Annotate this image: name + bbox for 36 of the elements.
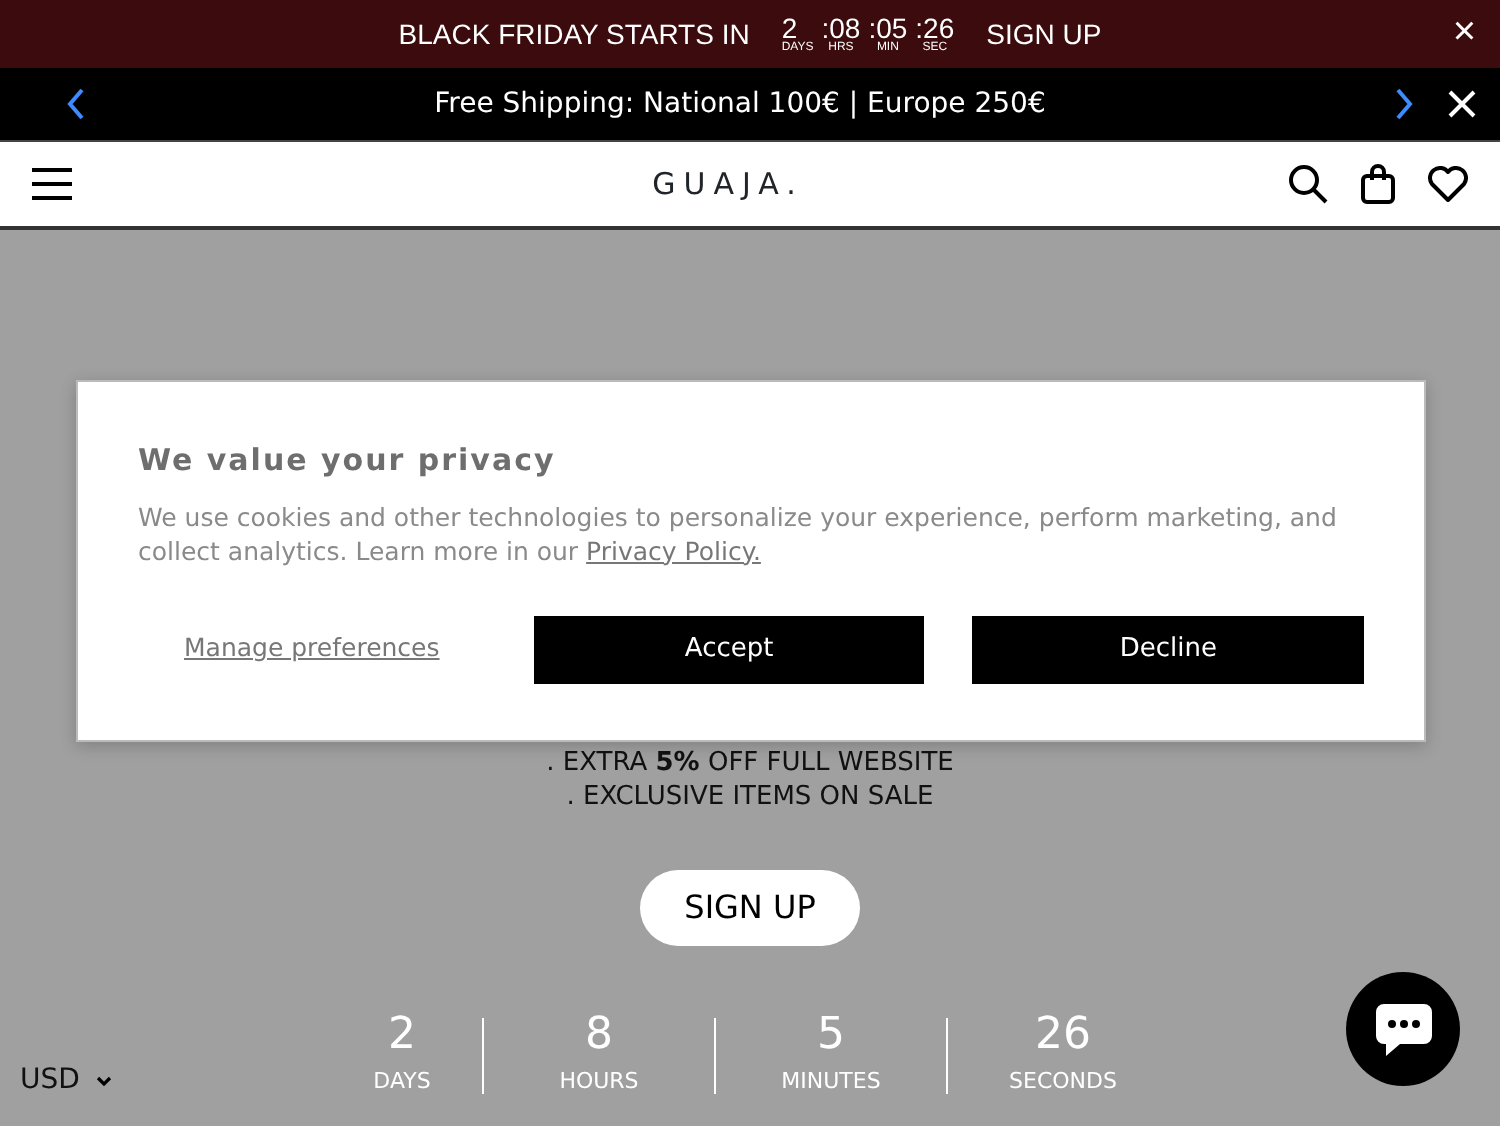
offer-text: . EXTRA 5% OFF FULL WEBSITE (546, 746, 954, 780)
close-icon[interactable] (1448, 90, 1476, 118)
next-arrow-icon[interactable] (1392, 86, 1416, 122)
previous-arrow-icon[interactable] (64, 86, 88, 122)
countdown-value: :05 (868, 14, 908, 42)
shopping-bag-icon[interactable] (1360, 164, 1396, 204)
consent-text: We use cookies and other technologies to personalize your experience, perform marketing, and collect analytics. Learn more in our Privacy Policy. (138, 499, 1339, 567)
currency-selector[interactable]: USD (20, 1060, 112, 1102)
sign-up-link[interactable]: SIGN UP (986, 20, 1102, 48)
logo[interactable]: GUAJA. (652, 166, 804, 202)
caret-icon (95, 1076, 112, 1088)
menu-icon[interactable] (32, 168, 72, 200)
privacy-policy-link[interactable]: Privacy Policy. (586, 535, 761, 565)
countdown-number: 5 (817, 1014, 845, 1058)
promo-text: BLACK FRIDAY STARTS IN (398, 15, 750, 53)
countdown-label: SECONDS (1009, 1066, 1117, 1098)
offer-text: . EXCLUSIVE ITEMS ON SALE (566, 780, 934, 814)
manage-preferences-link[interactable]: Manage preferences (138, 628, 486, 670)
countdown-label: MINUTES (781, 1066, 881, 1098)
decline-button[interactable]: Decline (972, 615, 1364, 683)
countdown-value: :26 (915, 14, 955, 42)
countdown-value: :08 (821, 14, 861, 42)
close-button[interactable]: × (1452, 12, 1476, 52)
heart-icon[interactable] (1428, 166, 1468, 202)
accept-button[interactable]: Accept (533, 615, 925, 683)
search-icon[interactable] (1288, 164, 1328, 204)
countdown-number: 8 (585, 1014, 613, 1058)
countdown-label: DAYS (373, 1066, 431, 1098)
sign-up-button[interactable]: SIGN UP (640, 870, 860, 946)
countdown-label: HOURS (559, 1066, 639, 1098)
countdown-number: 2 (388, 1014, 416, 1058)
shipping-text: Free Shipping: National 100€ | Europe 250€ (432, 85, 1048, 123)
countdown-value: 2 (781, 14, 798, 42)
dialog-title: We value your privacy (138, 440, 558, 482)
countdown-number: 26 (1035, 1014, 1091, 1058)
chat-bubble-icon (1371, 999, 1435, 1059)
